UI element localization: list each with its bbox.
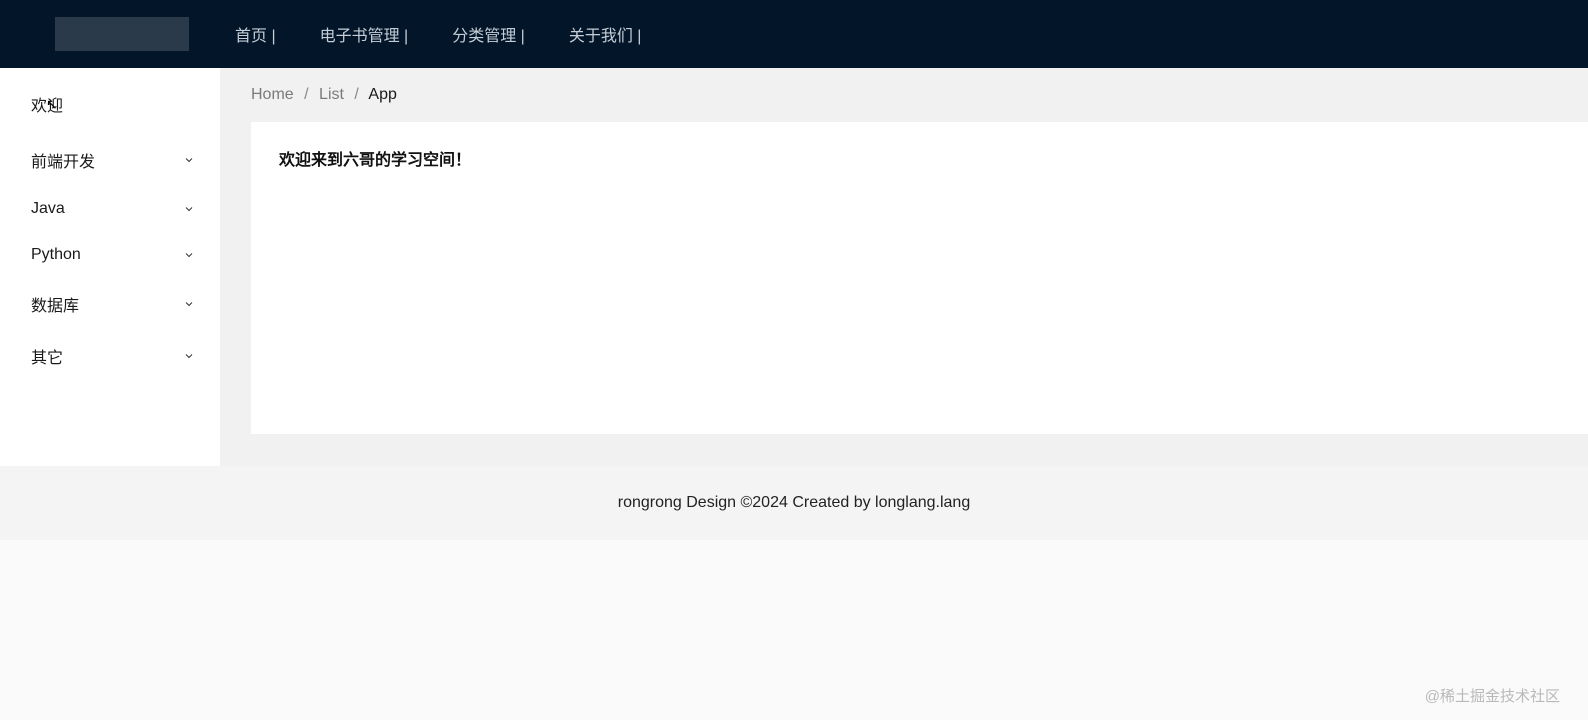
top-nav: 首页 | 电子书管理 | 分类管理 | 关于我们 | — [235, 22, 641, 46]
chevron-down-icon — [182, 153, 196, 167]
welcome-text: 欢迎来到六哥的学习空间！ — [279, 146, 1560, 170]
sidebar-item-label: Python — [31, 246, 81, 264]
main-wrap: 欢迎 前端开发 Java Python 数据库 其它 Home / List / — [0, 68, 1588, 466]
footer: rongrong Design ©2024 Created by longlan… — [0, 466, 1588, 540]
watermark: @稀土掘金技术社区 — [1425, 685, 1560, 706]
breadcrumb-separator: / — [354, 86, 358, 103]
chevron-down-icon — [182, 248, 196, 262]
nav-about[interactable]: 关于我们 | — [569, 22, 642, 46]
sidebar-item-java[interactable]: Java — [0, 186, 220, 232]
sidebar-item-label: 数据库 — [31, 292, 79, 316]
sidebar-item-welcome[interactable]: 欢迎 — [0, 86, 220, 134]
logo-placeholder — [55, 17, 189, 51]
sidebar-item-label: Java — [31, 200, 65, 218]
sidebar-item-other[interactable]: 其它 — [0, 330, 220, 382]
chevron-down-icon — [182, 202, 196, 216]
breadcrumb-list[interactable]: List — [319, 86, 344, 103]
nav-category-manage[interactable]: 分类管理 | — [452, 22, 525, 46]
content-panel: 欢迎来到六哥的学习空间！ — [251, 122, 1588, 434]
breadcrumb-home[interactable]: Home — [251, 86, 294, 103]
sidebar-item-label: 其它 — [31, 344, 63, 368]
sidebar-item-frontend[interactable]: 前端开发 — [0, 134, 220, 186]
sidebar: 欢迎 前端开发 Java Python 数据库 其它 — [0, 68, 220, 466]
chevron-down-icon — [182, 349, 196, 363]
chevron-down-icon — [182, 297, 196, 311]
breadcrumb-current: App — [368, 86, 396, 103]
sidebar-item-label: 欢迎 — [31, 92, 63, 116]
breadcrumb: Home / List / App — [220, 86, 1588, 122]
top-header: 首页 | 电子书管理 | 分类管理 | 关于我们 | — [0, 0, 1588, 68]
sidebar-item-label: 前端开发 — [31, 148, 95, 172]
breadcrumb-separator: / — [304, 86, 308, 103]
footer-text: rongrong Design ©2024 Created by longlan… — [618, 494, 970, 511]
content-area: Home / List / App 欢迎来到六哥的学习空间！ — [220, 68, 1588, 466]
sidebar-item-python[interactable]: Python — [0, 232, 220, 278]
sidebar-item-database[interactable]: 数据库 — [0, 278, 220, 330]
nav-home[interactable]: 首页 | — [235, 22, 276, 46]
nav-ebook-manage[interactable]: 电子书管理 | — [320, 22, 409, 46]
